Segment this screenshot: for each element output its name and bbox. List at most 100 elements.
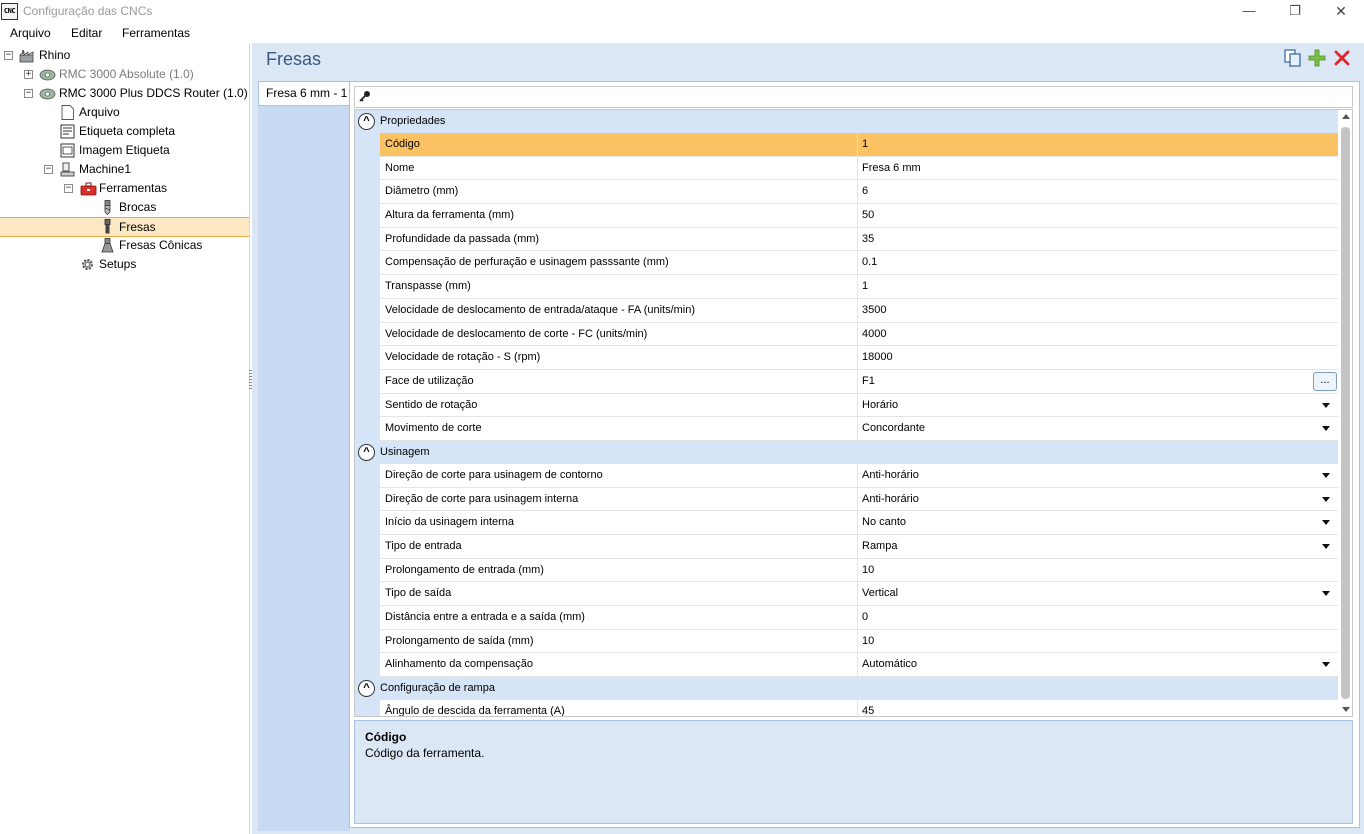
add-icon[interactable]: [1308, 49, 1326, 67]
dropdown-arrow-icon[interactable]: [1322, 402, 1330, 408]
scroll-up-icon[interactable]: [1342, 114, 1350, 119]
property-row-nome[interactable]: Nome Fresa 6 mm: [355, 156, 1338, 181]
dropdown-arrow-icon[interactable]: [1322, 520, 1330, 526]
collapse-category-icon[interactable]: ^: [358, 680, 375, 698]
property-value[interactable]: 10: [858, 630, 1338, 654]
property-row-direcao-interna[interactable]: Direção de corte para usinagem interna An…: [355, 487, 1338, 512]
close-window-button[interactable]: ✕: [1318, 0, 1364, 23]
property-dropdown[interactable]: Concordante: [858, 417, 1338, 441]
tree-item-fresas[interactable]: Fresas: [0, 217, 249, 237]
dropdown-arrow-icon[interactable]: [1322, 472, 1330, 478]
property-row-prolongamento-entrada[interactable]: Prolongamento de entrada (mm) 10: [355, 558, 1338, 583]
property-row-transpasse[interactable]: Transpasse (mm) 1: [355, 275, 1338, 299]
property-row-profundidade[interactable]: Profundidade da passada (mm) 35: [355, 227, 1338, 252]
property-value-text: Horário: [862, 398, 899, 411]
property-value[interactable]: 0.1: [858, 251, 1338, 276]
property-value[interactable]: 1: [858, 275, 1338, 299]
scrollbar-thumb[interactable]: [1341, 127, 1350, 699]
tree-item-brocas[interactable]: Brocas: [0, 198, 249, 217]
property-value[interactable]: 18000: [858, 346, 1338, 370]
property-row-angulo-descida[interactable]: Ângulo de descida da ferramenta (A) 45: [355, 700, 1338, 716]
tab-fresa-6mm[interactable]: Fresa 6 mm - 1: [258, 81, 350, 106]
property-name: Direção de corte para usinagem de contor…: [380, 463, 858, 488]
property-dropdown[interactable]: Anti-horário: [858, 488, 1338, 512]
dropdown-arrow-icon[interactable]: [1322, 544, 1330, 549]
property-value[interactable]: 6: [858, 180, 1338, 205]
collapse-toggle-icon[interactable]: −: [64, 184, 73, 193]
menu-arquivo[interactable]: Arquivo: [10, 26, 51, 40]
property-value[interactable]: F1...: [858, 370, 1338, 394]
category-propriedades[interactable]: ^ Propriedades: [355, 110, 1338, 133]
property-name: Nome: [380, 156, 858, 181]
property-row-diametro[interactable]: Diâmetro (mm) 6: [355, 180, 1338, 205]
ellipsis-button[interactable]: ...: [1313, 371, 1337, 391]
minimize-button[interactable]: —: [1226, 0, 1272, 23]
duplicate-icon[interactable]: [1284, 49, 1302, 67]
property-row-tipo-saida[interactable]: Tipo de saída Vertical: [355, 582, 1338, 607]
collapse-toggle-icon[interactable]: −: [24, 89, 33, 98]
property-row-codigo[interactable]: Código 1: [355, 133, 1338, 157]
property-dropdown[interactable]: Horário: [858, 394, 1338, 418]
vertical-scrollbar[interactable]: [1338, 110, 1352, 716]
property-dropdown[interactable]: Automático: [858, 653, 1338, 678]
dropdown-arrow-icon[interactable]: [1322, 496, 1330, 502]
tree-item-machine1[interactable]: − Machine1: [0, 160, 249, 179]
property-dropdown[interactable]: Rampa: [858, 535, 1338, 559]
restore-button[interactable]: ❐: [1272, 0, 1318, 23]
property-row-direcao-contorno[interactable]: Direção de corte para usinagem de contor…: [355, 463, 1338, 488]
property-name: Transpasse (mm): [380, 275, 858, 299]
tree-item-arquivo[interactable]: Arquivo: [0, 103, 249, 122]
tree-item-etiqueta-completa[interactable]: Etiqueta completa: [0, 122, 249, 141]
category-usinagem[interactable]: ^ Usinagem: [355, 440, 1338, 464]
expand-toggle-icon[interactable]: +: [24, 70, 33, 79]
collapse-category-icon[interactable]: ^: [358, 113, 375, 130]
property-dropdown[interactable]: Anti-horário: [858, 464, 1338, 488]
property-value[interactable]: 3500: [858, 299, 1338, 323]
property-row-movimento-corte[interactable]: Movimento de corte Concordante: [355, 417, 1338, 441]
property-row-alinhamento[interactable]: Alinhamento da compensação Automático: [355, 653, 1338, 678]
property-value[interactable]: 4000: [858, 323, 1338, 347]
menu-bar: Arquivo Editar Ferramentas: [0, 23, 1364, 43]
property-row-inicio-usinagem[interactable]: Início da usinagem interna No canto: [355, 511, 1338, 535]
collapse-category-icon[interactable]: ^: [358, 443, 375, 461]
property-row-face-utilizacao[interactable]: Face de utilização F1...: [355, 369, 1338, 394]
property-value[interactable]: Fresa 6 mm: [858, 157, 1338, 181]
tree-item-rmc-3000-plus[interactable]: − RMC 3000 Plus DDCS Router (1.0): [0, 84, 249, 103]
property-value[interactable]: 50: [858, 204, 1338, 228]
tree-item-setups[interactable]: Setups: [0, 255, 249, 274]
property-value[interactable]: 45: [858, 700, 1338, 716]
category-rampa[interactable]: ^ Configuração de rampa: [355, 677, 1338, 701]
tree-label: Fresas Cônicas: [119, 238, 203, 252]
description-text: Código da ferramenta.: [365, 746, 485, 760]
collapse-toggle-icon[interactable]: −: [44, 165, 53, 174]
tree-item-rmc-3000-absolute[interactable]: + RMC 3000 Absolute (1.0): [0, 65, 249, 84]
property-value[interactable]: 0: [858, 606, 1338, 630]
property-row-tipo-entrada[interactable]: Tipo de entrada Rampa: [355, 535, 1338, 559]
property-row-prolongamento-saida[interactable]: Prolongamento de saída (mm) 10: [355, 629, 1338, 654]
property-dropdown[interactable]: Vertical: [858, 582, 1338, 607]
dropdown-arrow-icon[interactable]: [1322, 591, 1330, 597]
property-row-compensacao[interactable]: Compensação de perfuração e usinagem pas…: [355, 251, 1338, 276]
scroll-down-icon[interactable]: [1342, 707, 1350, 712]
delete-icon[interactable]: [1333, 49, 1351, 67]
tree-item-ferramentas[interactable]: − Ferramentas: [0, 179, 249, 198]
property-row-velocidade-corte[interactable]: Velocidade de deslocamento de corte - FC…: [355, 322, 1338, 347]
property-row-distancia[interactable]: Distância entre a entrada e a saída (mm)…: [355, 606, 1338, 630]
menu-editar[interactable]: Editar: [71, 26, 102, 40]
category-label: Usinagem: [380, 445, 430, 458]
property-row-velocidade-rotacao[interactable]: Velocidade de rotação - S (rpm) 18000: [355, 346, 1338, 370]
property-value[interactable]: 1: [858, 133, 1338, 157]
property-value[interactable]: 35: [858, 228, 1338, 252]
tree-item-fresas-conicas[interactable]: Fresas Cônicas: [0, 236, 249, 255]
dropdown-arrow-icon[interactable]: [1322, 662, 1330, 668]
property-dropdown[interactable]: No canto: [858, 511, 1338, 535]
tree-item-rhino[interactable]: − Rhino: [0, 46, 249, 65]
collapse-toggle-icon[interactable]: −: [4, 51, 13, 60]
property-row-sentido-rotacao[interactable]: Sentido de rotação Horário: [355, 393, 1338, 418]
property-row-altura[interactable]: Altura da ferramenta (mm) 50: [355, 204, 1338, 228]
tree-item-imagem-etiqueta[interactable]: Imagem Etiqueta: [0, 141, 249, 160]
dropdown-arrow-icon[interactable]: [1322, 426, 1330, 432]
property-row-velocidade-entrada[interactable]: Velocidade de deslocamento de entrada/at…: [355, 298, 1338, 323]
menu-ferramentas[interactable]: Ferramentas: [122, 26, 190, 40]
property-value[interactable]: 10: [858, 559, 1338, 583]
